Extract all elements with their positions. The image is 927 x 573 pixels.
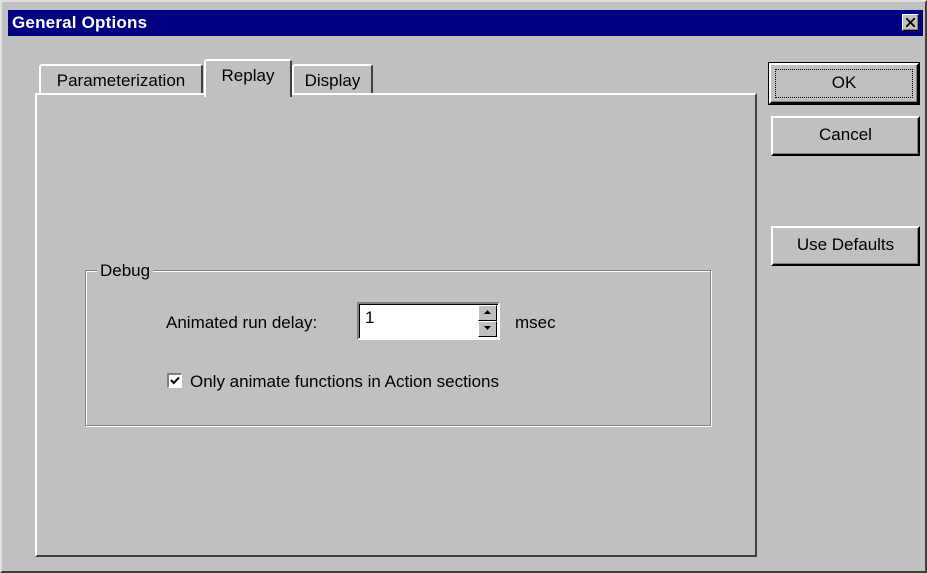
debug-group-legend: Debug <box>97 261 154 281</box>
cancel-button-label: Cancel <box>819 125 872 144</box>
use-defaults-button-label: Use Defaults <box>796 235 895 254</box>
animate-action-sections-checkbox[interactable] <box>167 373 182 388</box>
use-defaults-button[interactable]: Use Defaults <box>771 226 920 266</box>
animate-action-sections-label[interactable]: Only animate functions in Action section… <box>190 372 499 392</box>
debug-groupbox <box>85 270 711 426</box>
title-bar[interactable]: General Options <box>8 10 923 36</box>
msec-unit-label: msec <box>515 313 556 332</box>
tab-parameterization[interactable]: Parameterization <box>39 64 203 94</box>
tab-display-label: Display <box>304 71 361 90</box>
close-icon <box>906 18 915 27</box>
cancel-button[interactable]: Cancel <box>771 116 920 156</box>
focus-rectangle <box>775 69 913 98</box>
tab-replay-label: Replay <box>221 66 275 85</box>
arrow-down-icon <box>484 326 491 330</box>
animated-run-delay-input[interactable]: 1 <box>365 308 374 328</box>
spin-down-button[interactable] <box>478 321 497 337</box>
spin-up-button[interactable] <box>478 305 497 321</box>
ok-button[interactable]: OK <box>768 62 920 105</box>
animated-run-delay-spinner[interactable]: 1 <box>357 302 500 340</box>
general-options-dialog: General Options Parameterization Replay … <box>0 0 927 573</box>
animated-run-delay-label: Animated run delay: <box>166 313 318 332</box>
tab-parameterization-label: Parameterization <box>56 71 186 90</box>
tab-display[interactable]: Display <box>292 64 373 94</box>
tab-replay[interactable]: Replay <box>204 59 292 97</box>
checkmark-icon <box>170 376 180 385</box>
window-title: General Options <box>12 13 148 32</box>
arrow-up-icon <box>484 310 491 314</box>
close-button[interactable] <box>902 14 919 31</box>
